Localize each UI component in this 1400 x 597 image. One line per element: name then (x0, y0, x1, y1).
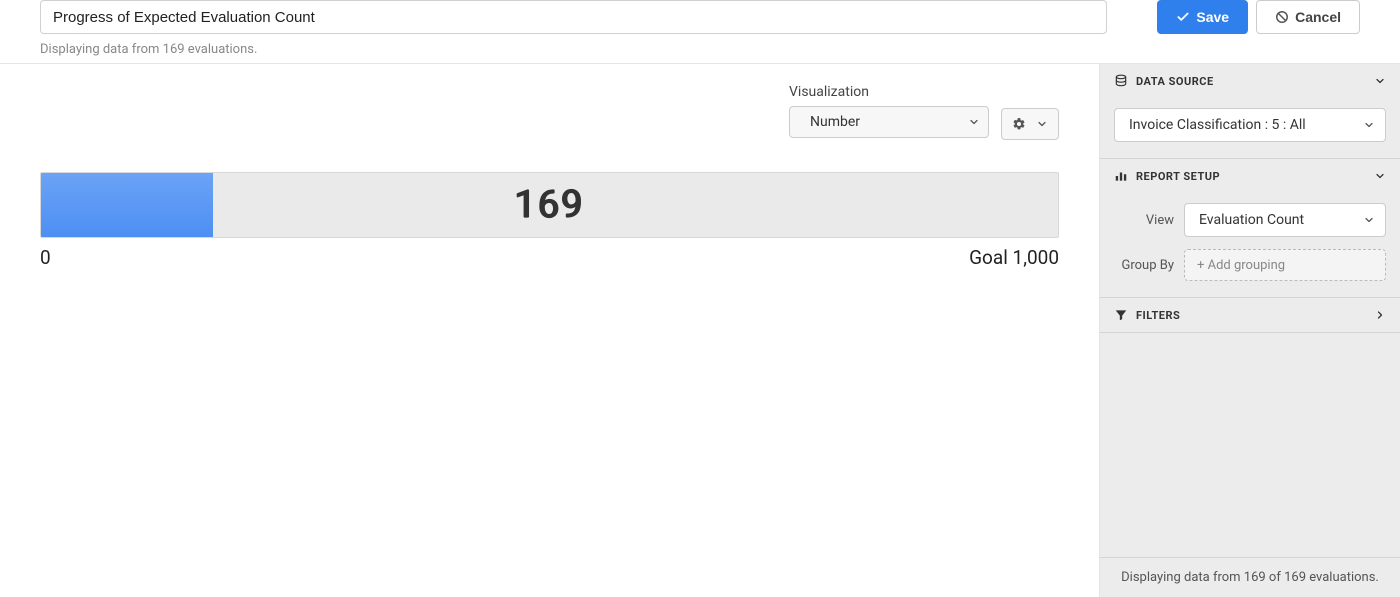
progress-chart: 169 0 Goal 1,000 (40, 172, 1059, 269)
chevron-down-icon (1374, 75, 1386, 87)
chevron-down-icon (1036, 118, 1048, 130)
panel-body-report-setup: View Evaluation Count Group By + Add gro (1100, 193, 1400, 297)
panel-data-source: DATA SOURCE Invoice Classification : 5 :… (1100, 64, 1400, 159)
groupby-label: Group By (1114, 258, 1174, 273)
groupby-row: Group By + Add grouping (1114, 249, 1386, 281)
save-label: Save (1196, 9, 1229, 25)
panel-title: FILTERS (1136, 309, 1180, 322)
main-area: Visualization Number 169 0 Goal 1 (0, 64, 1100, 597)
chevron-down-icon (1363, 214, 1375, 226)
visualization-row: Visualization Number (40, 84, 1059, 140)
view-selected: Evaluation Count (1199, 212, 1304, 228)
sidebar-footer: Displaying data from 169 of 169 evaluati… (1100, 557, 1400, 597)
progress-bar: 169 (40, 172, 1059, 238)
title-input[interactable] (40, 0, 1107, 34)
header-subtitle: Displaying data from 169 evaluations. (40, 42, 1107, 57)
chevron-down-icon (1363, 119, 1375, 131)
panel-head-report-setup[interactable]: REPORT SETUP (1100, 159, 1400, 193)
chevron-right-icon (1374, 309, 1386, 321)
cancel-label: Cancel (1295, 9, 1341, 25)
save-button[interactable]: Save (1157, 0, 1248, 34)
chevron-down-icon (968, 116, 980, 128)
progress-axis: 0 Goal 1,000 (40, 246, 1059, 269)
cancel-icon (1275, 10, 1289, 24)
gear-icon (1012, 117, 1026, 131)
chevron-down-icon (1374, 170, 1386, 182)
progress-value: 169 (514, 183, 584, 227)
data-source-select[interactable]: Invoice Classification : 5 : All (1114, 108, 1386, 142)
settings-button[interactable] (1001, 108, 1059, 140)
progress-fill (41, 173, 213, 237)
panel-head-filters[interactable]: FILTERS (1100, 298, 1400, 332)
data-source-selected: Invoice Classification : 5 : All (1129, 117, 1306, 133)
panel-title: DATA SOURCE (1136, 75, 1214, 88)
progress-min: 0 (40, 246, 51, 269)
database-icon (1114, 74, 1128, 88)
title-area: Displaying data from 169 evaluations. (40, 0, 1107, 57)
panel-filters: FILTERS (1100, 298, 1400, 333)
body: Visualization Number 169 0 Goal 1 (0, 64, 1400, 597)
view-select[interactable]: Evaluation Count (1184, 203, 1386, 237)
panel-title: REPORT SETUP (1136, 170, 1220, 183)
visualization-selected: Number (810, 114, 860, 130)
visualization-select[interactable]: Number (789, 106, 989, 138)
bar-chart-icon (1114, 169, 1128, 183)
sidebar: DATA SOURCE Invoice Classification : 5 :… (1100, 64, 1400, 597)
check-icon (1176, 10, 1190, 24)
visualization-label: Visualization (789, 84, 989, 100)
view-row: View Evaluation Count (1114, 203, 1386, 237)
progress-goal: Goal 1,000 (969, 246, 1059, 269)
header: Displaying data from 169 evaluations. Sa… (0, 0, 1400, 64)
header-actions: Save Cancel (1157, 0, 1360, 34)
cancel-button[interactable]: Cancel (1256, 0, 1360, 34)
add-grouping-button[interactable]: + Add grouping (1184, 249, 1386, 281)
view-label: View (1114, 213, 1174, 228)
filter-icon (1114, 308, 1128, 322)
panel-body-data-source: Invoice Classification : 5 : All (1100, 98, 1400, 158)
panel-head-data-source[interactable]: DATA SOURCE (1100, 64, 1400, 98)
visualization-col: Visualization Number (789, 84, 989, 138)
panel-report-setup: REPORT SETUP View Evaluation Count (1100, 159, 1400, 298)
